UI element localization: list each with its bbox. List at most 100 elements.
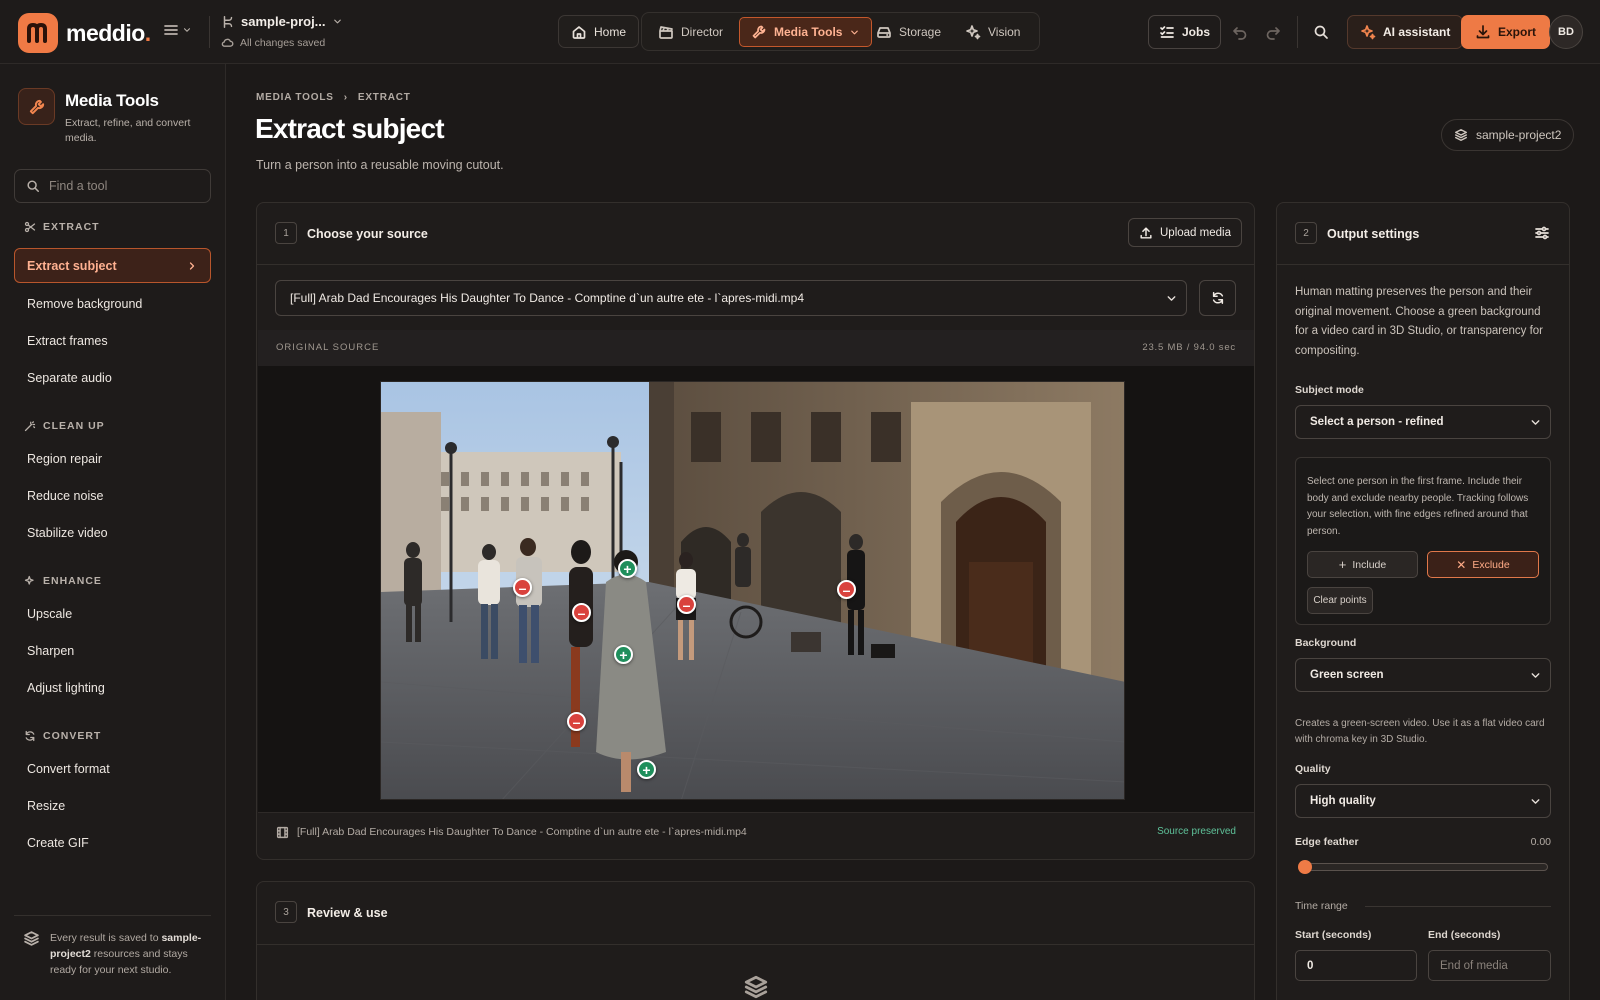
chevron-down-icon (1167, 295, 1176, 301)
source-card-title: Choose your source (307, 227, 428, 241)
main-nav: Director Media Tools Storage Vision (641, 12, 1040, 51)
upload-media-button[interactable]: Upload media (1128, 218, 1242, 247)
home-icon (572, 25, 586, 39)
sidebar-item-upscale[interactable]: Upscale (27, 607, 72, 621)
project-name: sample-proj... (241, 14, 326, 29)
search-button[interactable] (1313, 24, 1329, 40)
sidebar: Media Tools Extract, refine, and convert… (0, 64, 226, 1000)
project-switcher[interactable]: sample-proj... All changes saved (221, 14, 343, 49)
sidebar-item-region-repair[interactable]: Region repair (27, 452, 102, 466)
sidebar-item-convert-format[interactable]: Convert format (27, 762, 110, 776)
refresh-icon (25, 730, 35, 742)
app-logo[interactable]: meddio. (18, 13, 151, 53)
layers-icon (1455, 129, 1467, 141)
include-point[interactable]: + (614, 645, 633, 664)
subject-mode-label: Subject mode (1295, 384, 1364, 396)
exclude-point[interactable]: – (677, 595, 696, 614)
divider (209, 16, 210, 48)
nav-storage[interactable]: Storage (865, 17, 952, 47)
sidebar-item-extract-frames[interactable]: Extract frames (27, 334, 108, 348)
edge-feather-slider[interactable] (1298, 860, 1548, 874)
quality-select[interactable]: High quality (1295, 784, 1551, 818)
refresh-sources-button[interactable] (1199, 280, 1236, 316)
step-number: 2 (1295, 222, 1317, 244)
include-mode-button[interactable]: + Include (1307, 551, 1418, 578)
x-icon: ✕ (1456, 557, 1467, 572)
background-select[interactable]: Green screen (1295, 658, 1551, 692)
subject-mode-panel: Select one person in the first frame. In… (1295, 457, 1551, 625)
sparkle-icon (966, 25, 981, 40)
source-size: 23.5 MB / 94.0 sec (1142, 342, 1236, 353)
wrench-icon (29, 99, 44, 114)
source-file-select[interactable]: [Full] Arab Dad Encourages His Daughter … (275, 280, 1187, 316)
end-seconds-input[interactable]: End of media (1428, 950, 1551, 981)
step-number: 3 (275, 901, 297, 923)
nav-vision[interactable]: Vision (954, 17, 1031, 47)
exclude-point[interactable]: – (837, 580, 856, 599)
video-frame[interactable]: + + + – – – – – (380, 381, 1125, 800)
end-seconds-label: End (seconds) (1428, 929, 1501, 941)
sliders-icon[interactable] (1534, 225, 1550, 241)
edge-feather-value: 0.00 (1530, 836, 1551, 848)
avatar[interactable]: BD (1549, 15, 1583, 49)
cloud-icon (221, 38, 234, 47)
start-seconds-input[interactable]: 0 (1295, 950, 1417, 981)
nav-director[interactable]: Director (647, 17, 734, 47)
clapperboard-icon (659, 26, 673, 39)
breadcrumb-separator: › (343, 92, 348, 103)
sidebar-item-extract-subject[interactable]: Extract subject (14, 248, 211, 283)
source-file-bar: [Full] Arab Dad Encourages His Daughter … (258, 812, 1254, 852)
divider (257, 944, 1254, 945)
exclude-mode-button[interactable]: ✕ Exclude (1427, 551, 1539, 578)
redo-button[interactable] (1265, 24, 1281, 40)
section-extract: EXTRACT (24, 221, 100, 233)
film-icon (276, 826, 289, 839)
slider-thumb[interactable] (1298, 860, 1312, 874)
subject-mode-select[interactable]: Select a person - refined (1295, 405, 1551, 439)
nav-media-tools[interactable]: Media Tools (739, 17, 873, 47)
divider (1297, 16, 1298, 48)
nav-home[interactable]: Home (558, 15, 640, 48)
menu-button[interactable] (163, 22, 192, 38)
logo-mark (18, 13, 58, 53)
sidebar-title: Media Tools (65, 91, 159, 110)
chevron-down-icon (183, 28, 191, 32)
sidebar-item-remove-background[interactable]: Remove background (27, 297, 142, 311)
export-label: Export (1498, 25, 1537, 39)
ai-assistant-button[interactable]: AI assistant (1347, 15, 1464, 49)
hamburger-icon (164, 25, 178, 35)
sidebar-item-reduce-noise[interactable]: Reduce noise (27, 489, 103, 503)
export-button[interactable]: Export (1461, 15, 1551, 49)
include-point[interactable]: + (637, 760, 656, 779)
sidebar-item-create-gif[interactable]: Create GIF (27, 836, 89, 850)
include-point[interactable]: + (618, 559, 637, 578)
divider (257, 264, 1254, 265)
plus-icon: + (1338, 557, 1347, 572)
chevron-down-icon (1531, 672, 1540, 678)
clear-points-button[interactable]: Clear points (1307, 587, 1373, 614)
breadcrumb-media-tools[interactable]: MEDIA TOOLS (256, 92, 334, 103)
project-chip[interactable]: sample-project2 (1441, 119, 1575, 151)
jobs-button[interactable]: Jobs (1148, 15, 1222, 49)
logo-wordmark: meddio. (66, 19, 151, 46)
search-icon (27, 180, 39, 192)
sidebar-item-stabilize-video[interactable]: Stabilize video (27, 526, 108, 540)
breadcrumb: MEDIA TOOLS › EXTRACT (256, 92, 411, 103)
section-convert: CONVERT (24, 730, 101, 742)
undo-icon (1233, 27, 1247, 40)
breadcrumb-extract[interactable]: EXTRACT (358, 92, 411, 103)
source-label: ORIGINAL SOURCE (276, 342, 380, 353)
tool-search-placeholder: Find a tool (49, 179, 108, 193)
tool-search-input[interactable]: Find a tool (14, 169, 211, 203)
sidebar-item-sharpen[interactable]: Sharpen (27, 644, 74, 658)
output-settings-title: Output settings (1327, 227, 1420, 241)
nav-director-label: Director (681, 25, 724, 39)
exclude-point[interactable]: – (572, 603, 591, 622)
source-card: 1 Choose your source Upload media [Full]… (256, 202, 1255, 860)
sidebar-item-separate-audio[interactable]: Separate audio (27, 371, 112, 385)
sidebar-item-resize[interactable]: Resize (27, 799, 65, 813)
sidebar-item-adjust-lighting[interactable]: Adjust lighting (27, 681, 105, 695)
exclude-point[interactable]: – (513, 578, 532, 597)
exclude-point[interactable]: – (567, 712, 586, 731)
undo-button[interactable] (1232, 24, 1248, 40)
